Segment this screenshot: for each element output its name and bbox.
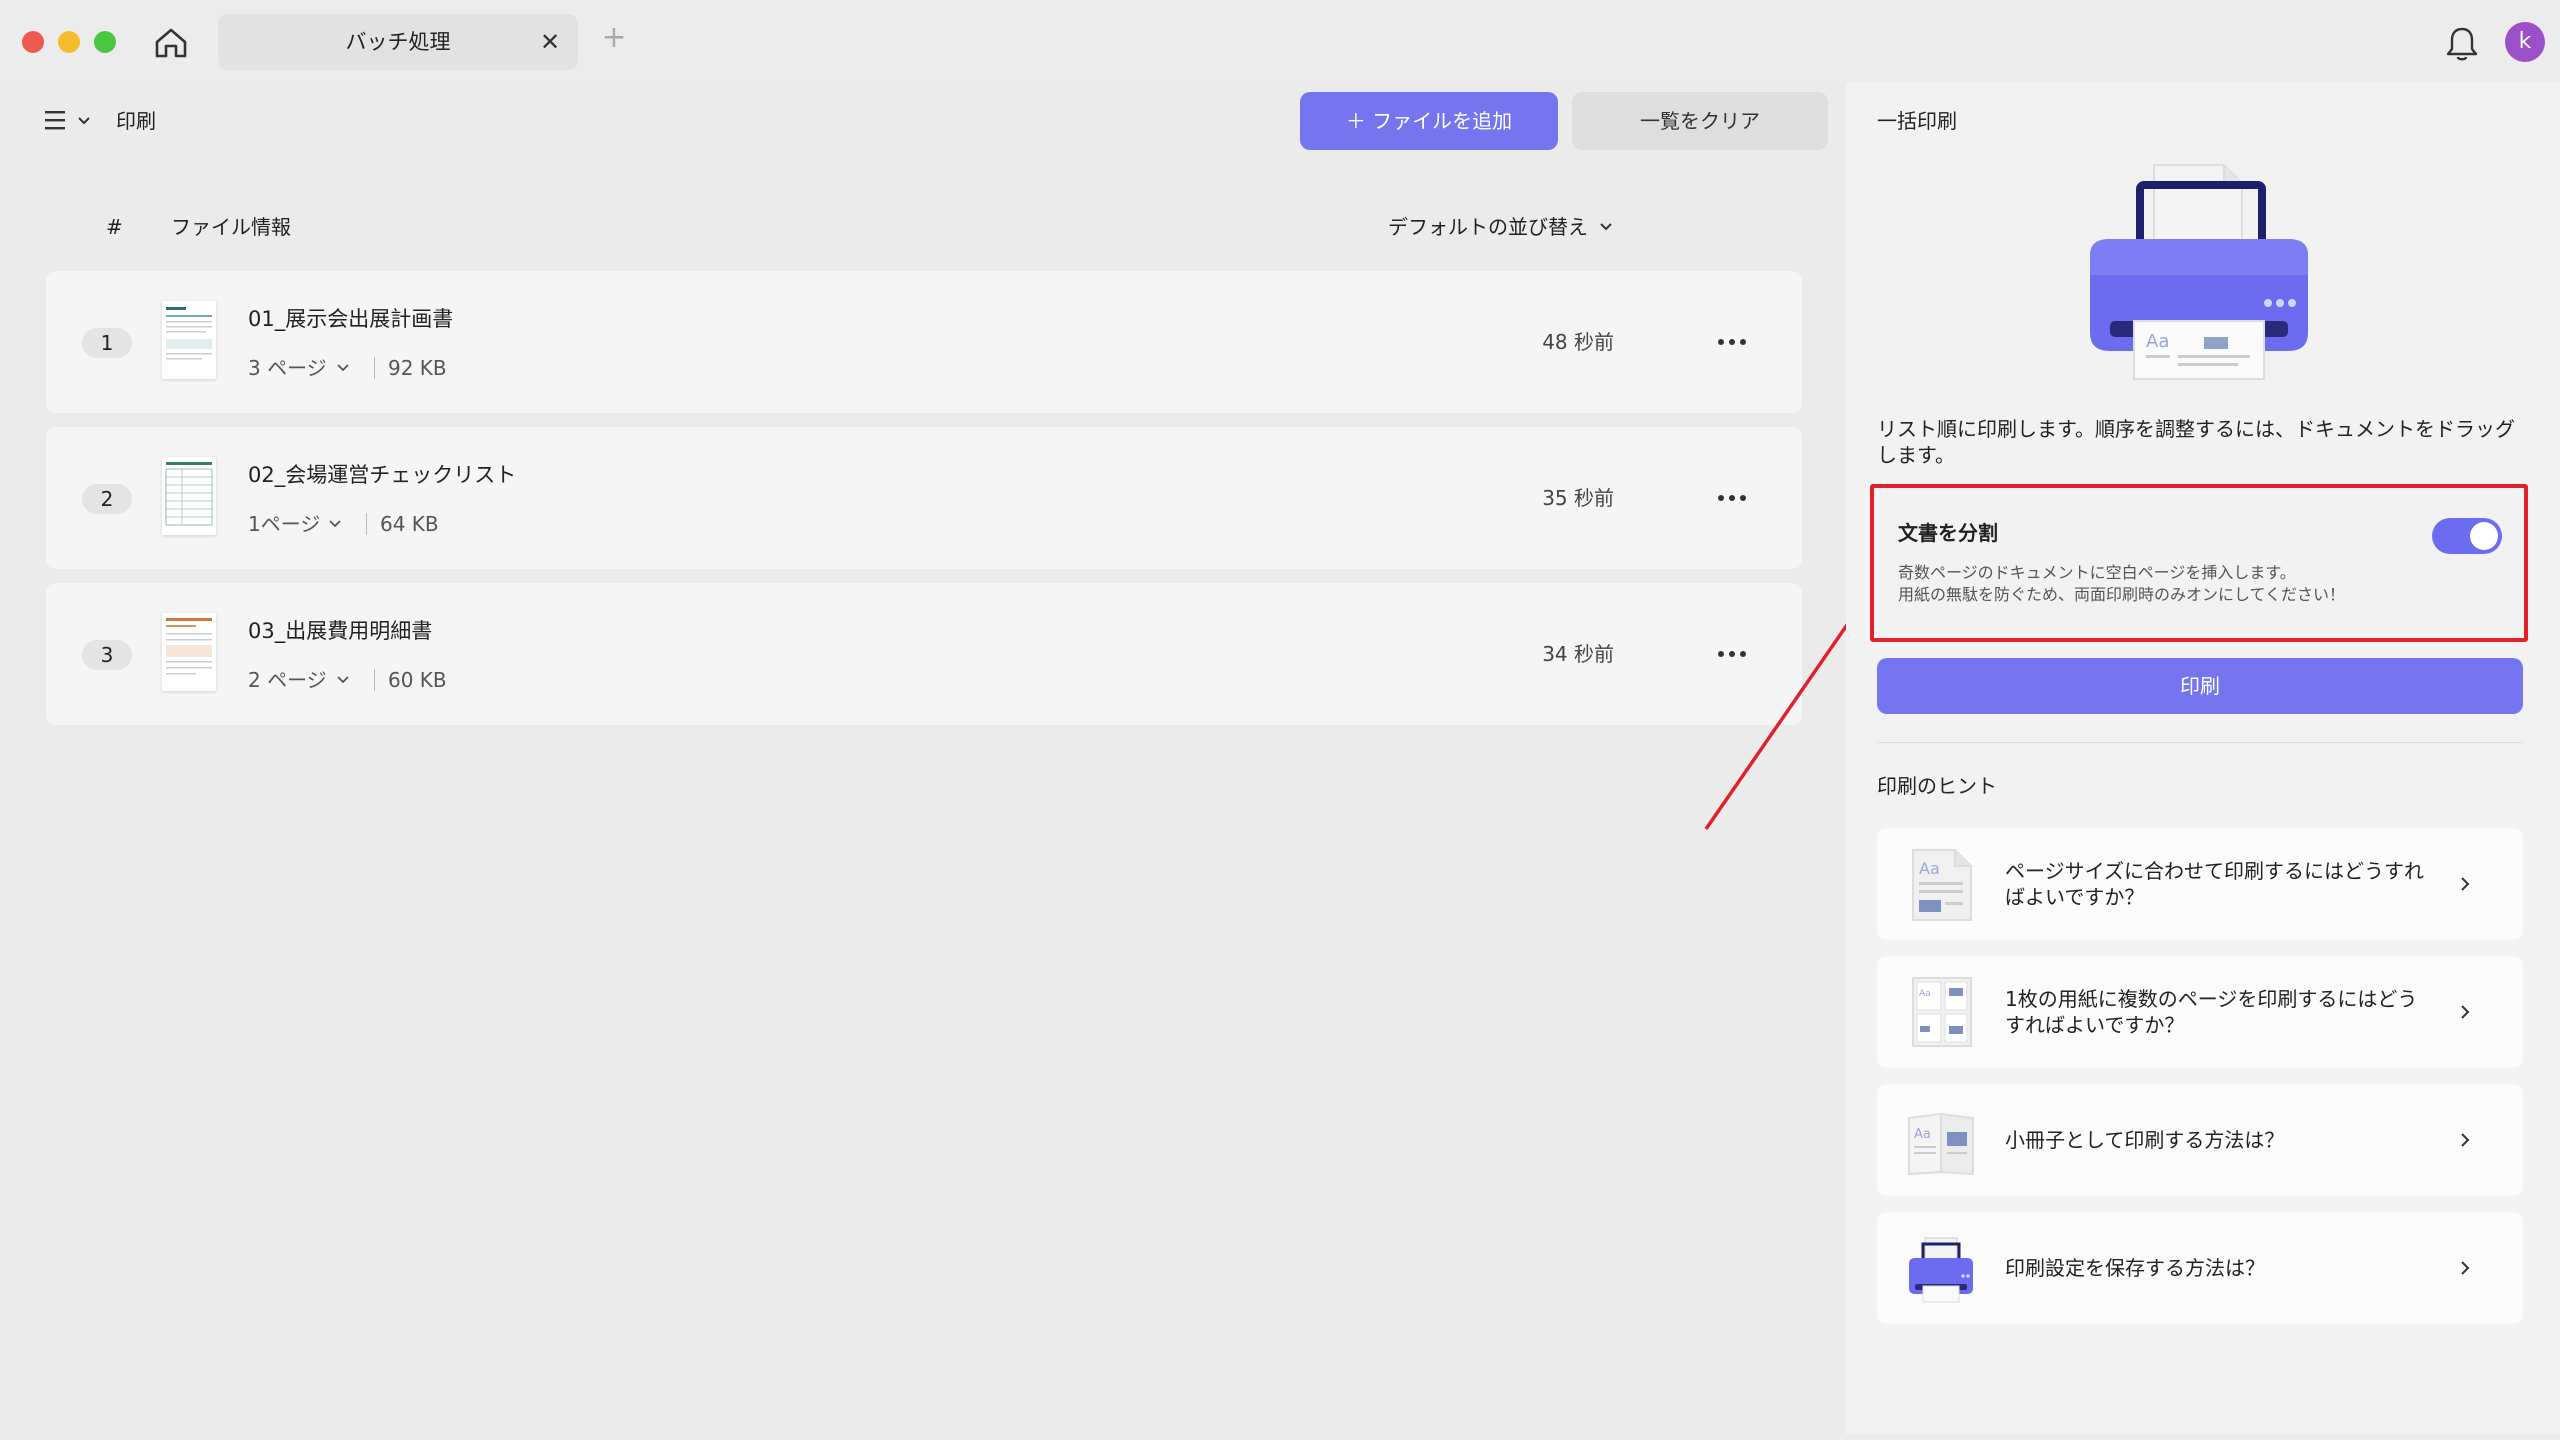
tip-text: 1枚の用紙に複数のページを印刷するにはどうすればよいですか？ xyxy=(2005,987,2418,1037)
svg-text:Aa: Aa xyxy=(1914,1127,1931,1142)
divider xyxy=(366,513,367,535)
chevron-down-icon[interactable] xyxy=(76,112,92,128)
chevron-down-icon[interactable] xyxy=(336,671,350,685)
page-count[interactable]: 3 ページ xyxy=(248,355,327,381)
document-thumbnail xyxy=(162,301,216,379)
file-name: 03_出展費用明細書 xyxy=(248,619,433,643)
split-document-title: 文書を分割 xyxy=(1898,521,1998,545)
tip-text: 印刷設定を保存する方法は？ xyxy=(2005,1256,2265,1280)
close-window-button[interactable] xyxy=(22,31,44,53)
file-name: 02_会場運営チェックリスト xyxy=(248,463,517,487)
clear-list-button[interactable]: 一覧をクリア xyxy=(1572,92,1828,150)
column-info-header: ファイル情報 xyxy=(171,215,291,239)
tip-multiple-pages[interactable]: Aa 1枚の用紙に複数のページを印刷するにはどうすればよいですか？ xyxy=(1877,956,2523,1068)
more-options-icon[interactable] xyxy=(1714,483,1750,513)
sort-dropdown[interactable]: デフォルトの並び替え xyxy=(1388,214,1588,240)
split-document-toggle[interactable] xyxy=(2432,518,2502,554)
tab-batch[interactable]: バッチ処理 ✕ xyxy=(218,14,578,70)
toggle-knob xyxy=(2470,522,2498,550)
panel-description: リスト順に印刷します。順序を調整するには、ドキュメントをドラッグします。 xyxy=(1877,417,2515,467)
file-size: 64 KB xyxy=(380,512,439,536)
chevron-right-icon xyxy=(2457,1258,2473,1278)
row-number: 2 xyxy=(82,484,132,514)
divider xyxy=(374,357,375,379)
file-row[interactable]: 2 02_会場運営チェックリスト 1ページ 64 KB 35 秒前 xyxy=(46,427,1802,569)
tip-text: 小冊子として印刷する方法は？ xyxy=(2005,1128,2285,1152)
split-document-note: 用紙の無駄を防ぐため、両面印刷時のみオンにしてください！ xyxy=(1898,585,2346,604)
added-time: 35 秒前 xyxy=(1542,486,1614,510)
divider xyxy=(1877,742,2523,743)
tab-close-icon[interactable]: ✕ xyxy=(536,28,564,56)
split-document-description: 奇数ページのドキュメントに空白ページを挿入します。 xyxy=(1898,563,2296,582)
tip-text: ページサイズに合わせて印刷するにはどうすればよいですか？ xyxy=(2005,859,2424,909)
tip-booklet[interactable]: Aa 小冊子として印刷する方法は？ xyxy=(1877,1084,2523,1196)
added-time: 48 秒前 xyxy=(1542,330,1614,354)
document-icon: Aa xyxy=(1905,846,1977,922)
divider xyxy=(374,669,375,691)
minimize-window-button[interactable] xyxy=(58,31,80,53)
svg-text:Aa: Aa xyxy=(1919,859,1940,878)
home-button[interactable] xyxy=(150,22,192,64)
chevron-down-icon[interactable] xyxy=(1598,218,1614,234)
chevron-right-icon xyxy=(2457,1130,2473,1150)
tab-label: バッチ処理 xyxy=(345,30,451,54)
zoom-window-button[interactable] xyxy=(94,31,116,53)
file-row[interactable]: 1 01_展示会出展計画書 3 ページ 92 KB 48 秒前 xyxy=(46,271,1802,413)
document-thumbnail xyxy=(162,457,216,535)
tip-save-settings[interactable]: 印刷設定を保存する方法は？ xyxy=(1877,1212,2523,1324)
file-size: 92 KB xyxy=(388,356,447,380)
tip-fit-page[interactable]: Aa ページサイズに合わせて印刷するにはどうすればよいですか？ xyxy=(1877,828,2523,940)
tips-title: 印刷のヒント xyxy=(1877,774,1997,798)
add-file-button[interactable]: ＋ ファイルを追加 xyxy=(1300,92,1558,150)
printer-icon xyxy=(1905,1230,1977,1306)
chevron-right-icon xyxy=(2457,874,2473,894)
more-options-icon[interactable] xyxy=(1714,327,1750,357)
home-icon xyxy=(155,28,187,58)
page-count[interactable]: 1ページ xyxy=(248,511,320,537)
menu-icon[interactable] xyxy=(44,108,66,132)
multi-page-icon: Aa xyxy=(1905,974,1977,1050)
file-row[interactable]: 3 03_出展費用明細書 2 ページ 60 KB 34 秒前 xyxy=(46,583,1802,725)
added-time: 34 秒前 xyxy=(1542,642,1614,666)
printer-illustration: Aa xyxy=(2074,155,2324,385)
panel-title: 一括印刷 xyxy=(1877,109,1957,133)
page-count[interactable]: 2 ページ xyxy=(248,667,327,693)
svg-text:Aa: Aa xyxy=(1919,989,1931,999)
file-name: 01_展示会出展計画書 xyxy=(248,307,454,331)
chevron-down-icon[interactable] xyxy=(336,359,350,373)
breadcrumb: 印刷 xyxy=(116,109,156,133)
bell-icon[interactable] xyxy=(2444,24,2480,64)
row-number: 3 xyxy=(82,640,132,670)
chevron-down-icon[interactable] xyxy=(328,515,342,529)
new-tab-icon[interactable]: + xyxy=(600,23,628,53)
document-thumbnail xyxy=(162,613,216,691)
chevron-right-icon xyxy=(2457,1002,2473,1022)
avatar[interactable]: k xyxy=(2505,22,2545,62)
svg-text:Aa: Aa xyxy=(2146,331,2169,352)
column-number-header: # xyxy=(106,215,123,239)
file-size: 60 KB xyxy=(388,668,447,692)
row-number: 1 xyxy=(82,328,132,358)
booklet-icon: Aa xyxy=(1905,1102,1977,1178)
print-button[interactable]: 印刷 xyxy=(1877,658,2523,714)
